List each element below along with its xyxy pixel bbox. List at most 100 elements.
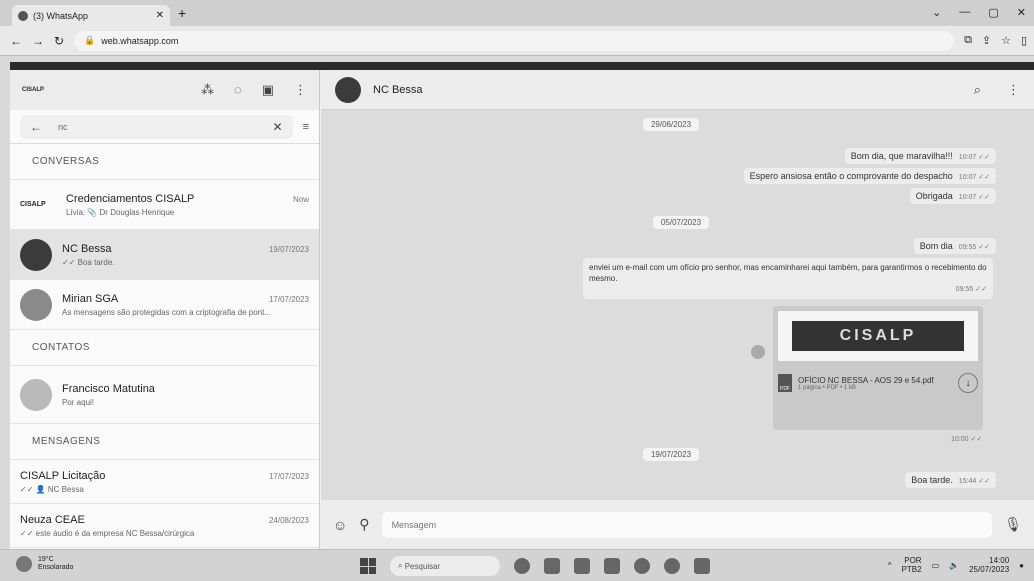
section-conversas: CONVERSAS	[10, 144, 319, 180]
menu-icon[interactable]: ⋮	[1007, 82, 1020, 98]
conversation-header-icons: ⌕ ⋮	[974, 82, 1020, 98]
clear-search-icon[interactable]: ✕	[273, 120, 283, 134]
message-text: Bom dia, que maravilha!!!	[850, 151, 953, 161]
bookmark-star-icon[interactable]: ☆	[1001, 34, 1011, 47]
new-chat-icon[interactable]: ▣	[262, 82, 274, 98]
close-window-button[interactable]: ✕	[1017, 6, 1026, 19]
message-text: Espero ansiosa então o comprovante do de…	[749, 171, 953, 181]
pdf-icon: PDF	[778, 374, 792, 392]
attach-icon[interactable]: ⚲	[359, 516, 369, 533]
emoji-icon[interactable]: ☺	[333, 517, 347, 533]
contact-name: NC Bessa	[373, 83, 423, 96]
back-arrow-icon[interactable]: ←	[30, 120, 42, 134]
weather-desc: Ensolarado	[38, 564, 74, 571]
chevron-down-icon[interactable]: ⌄	[932, 6, 941, 19]
clock-date: 25/07/2023	[969, 565, 1010, 574]
message-result-item[interactable]: CISALP Licitação 17/07/2023 ✓✓ 👤 NC Bessa	[10, 460, 319, 504]
weather-widget[interactable]: 19°C Ensolarado	[16, 556, 73, 572]
message-result-time: 24/08/2023	[268, 515, 309, 525]
message-result-item[interactable]: Neuza CEAE 24/08/2023 ✓✓ este áudio é da …	[10, 504, 319, 548]
widgets-icon[interactable]	[514, 558, 530, 574]
contact-name: Francisco Matutina	[62, 382, 155, 395]
forward-icon[interactable]: →	[32, 34, 44, 48]
language-code: POR	[904, 556, 922, 565]
search-icon[interactable]: ⌕	[974, 82, 981, 98]
edge-icon[interactable]	[634, 558, 650, 574]
sidepanel-icon[interactable]: ▯	[1021, 34, 1027, 47]
store-icon[interactable]	[694, 558, 710, 574]
address-bar[interactable]: 🔒 web.whatsapp.com	[74, 30, 955, 51]
message-result-preview: ✓✓ este áudio é da empresa NC Bessa/cirú…	[20, 528, 195, 538]
url-text: web.whatsapp.com	[101, 35, 179, 46]
taskbar: 19°C Ensolarado ⌕ Pesquisar ^ POR PTB2 ▭…	[0, 549, 1034, 581]
reload-icon[interactable]: ↻	[54, 34, 64, 48]
communities-icon[interactable]: ⁂	[201, 82, 214, 98]
message-bubble: Espero ansiosa então o comprovante do de…	[743, 168, 996, 184]
close-tab-icon[interactable]: ✕	[156, 10, 164, 21]
message-time: 10:07 ✓✓	[958, 194, 990, 201]
system-tray: ^ POR PTB2 ▭ 🔈 14:00 25/07/2023 ●	[888, 556, 1024, 574]
chat-item-mirian-sga[interactable]: Mirian SGA 17/07/2023 As mensagens são pr…	[10, 280, 319, 330]
forward-icon[interactable]	[751, 345, 765, 359]
message-result-preview: ✓✓ 👤 NC Bessa	[20, 484, 84, 494]
conversation-header[interactable]: NC Bessa ⌕ ⋮	[321, 70, 1034, 110]
chat-body: Credenciamentos CISALP Now Lívia: 📎 Dr Do…	[66, 193, 309, 217]
search-icon: ⌕	[398, 561, 405, 570]
chat-preview: Lívia: 📎 Dr Douglas Henrique	[66, 207, 175, 217]
install-app-icon[interactable]: ⧉	[964, 34, 972, 47]
microphone-icon[interactable]: 🎙	[1004, 516, 1022, 533]
menu-icon[interactable]: ⋮	[294, 82, 307, 98]
weather-icon	[16, 556, 32, 572]
taskbar-search[interactable]: ⌕ Pesquisar	[390, 556, 500, 576]
chat-avatar: CISALP	[20, 201, 46, 208]
chat-item-credenciamentos[interactable]: CISALP Credenciamentos CISALP Now Lívia: …	[10, 180, 319, 230]
conversation-pane: NC Bessa ⌕ ⋮ 29/06/2023 Bom dia, que mar…	[321, 70, 1034, 549]
chat-time: 19/07/2023	[268, 244, 309, 254]
status-icon[interactable]: ◌	[234, 82, 242, 98]
message-bubble: Boa tarde. 15:44 ✓✓	[905, 472, 996, 488]
message-result-name: Neuza CEAE	[20, 513, 85, 526]
share-icon[interactable]: ⇪	[982, 34, 991, 47]
chrome-icon[interactable]	[664, 558, 680, 574]
date-chip: 19/07/2023	[642, 448, 700, 461]
new-tab-button[interactable]: +	[178, 5, 186, 21]
clock-time: 14:00	[989, 556, 1010, 565]
message-input[interactable]: Mensagem	[381, 511, 993, 538]
message-bubble: Bom dia, que maravilha!!! 10:07 ✓✓	[844, 148, 996, 164]
back-icon[interactable]: ←	[10, 34, 22, 48]
message-text: Boa tarde.	[911, 475, 953, 485]
start-icon[interactable]	[360, 558, 376, 574]
chat-body: NC Bessa 19/07/2023 ✓✓ Boa tarde.	[62, 243, 309, 267]
volume-icon[interactable]: 🔈	[949, 561, 959, 570]
document-meta: 1 página • PDF • 1 kB	[798, 384, 856, 391]
section-contatos: CONTATOS	[10, 330, 319, 366]
search-input[interactable]: ← nc ✕	[20, 114, 293, 139]
file-explorer-icon[interactable]	[604, 558, 620, 574]
clock[interactable]: 14:00 25/07/2023	[969, 556, 1009, 574]
filter-icon[interactable]: ≡	[303, 121, 309, 133]
task-view-icon[interactable]	[544, 558, 560, 574]
document-message[interactable]: CISALP PDF OFÍCIO NC BESSA - AOS 29 e 54…	[773, 306, 983, 430]
chat-app-icon[interactable]	[574, 558, 590, 574]
document-info: PDF OFÍCIO NC BESSA - AOS 29 e 54.pdf 1 …	[778, 373, 978, 393]
network-icon[interactable]: ▭	[932, 561, 940, 570]
contact-item-francisco[interactable]: Francisco Matutina Por aqui!	[10, 366, 319, 424]
document-text: OFÍCIO NC BESSA - AOS 29 e 54.pdf 1 pági…	[798, 376, 952, 391]
message-result-name: CISALP Licitação	[20, 469, 106, 482]
maximize-button[interactable]: ▢	[988, 6, 998, 19]
sidebar-header: CISALP ⁂ ◌ ▣ ⋮	[10, 70, 319, 110]
chat-avatar	[20, 238, 52, 271]
message-time: 09:55 ✓✓	[958, 244, 990, 251]
chevron-up-icon[interactable]: ^	[888, 561, 892, 570]
chat-item-nc-bessa[interactable]: NC Bessa 19/07/2023 ✓✓ Boa tarde.	[10, 230, 319, 280]
chat-name: NC Bessa	[62, 242, 112, 255]
contact-avatar	[20, 378, 52, 411]
profile-avatar[interactable]: CISALP	[22, 79, 56, 101]
language-indicator[interactable]: POR PTB2	[902, 556, 922, 574]
window-controls: ⌄ — ▢ ✕	[932, 6, 1026, 19]
browser-tab[interactable]: (3) WhatsApp ✕	[12, 5, 170, 26]
download-icon[interactable]: ↓	[958, 373, 978, 393]
notification-icon[interactable]: ●	[1019, 561, 1024, 570]
minimize-button[interactable]: —	[959, 6, 970, 19]
document-name: OFÍCIO NC BESSA - AOS 29 e 54.pdf	[798, 375, 934, 385]
